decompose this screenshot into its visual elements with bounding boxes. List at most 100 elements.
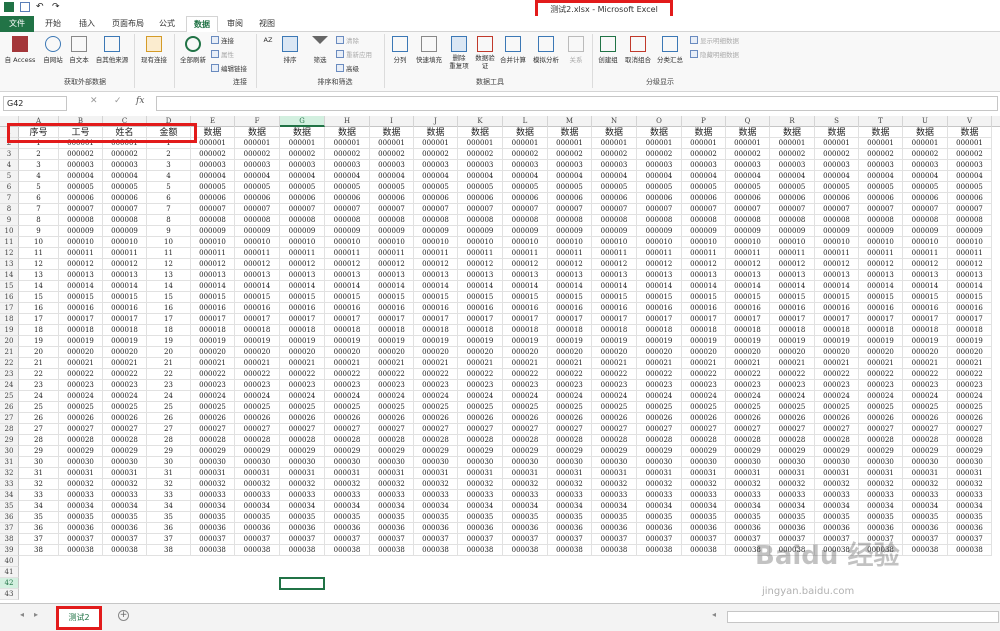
grid-cell[interactable]: 000025	[59, 402, 103, 413]
grid-cell[interactable]: 000027	[726, 424, 770, 435]
grid-cell[interactable]: 000016	[903, 303, 948, 314]
grid-cell[interactable]: 000004	[280, 171, 325, 182]
grid-cell[interactable]: 000021	[548, 358, 592, 369]
grid-cell[interactable]: 000005	[325, 182, 370, 193]
grid-cell[interactable]: 000018	[370, 325, 414, 336]
grid-cell[interactable]: 33	[19, 490, 59, 501]
grid-cell[interactable]: 000019	[235, 336, 280, 347]
grid-cell[interactable]: 000005	[859, 182, 903, 193]
grid-cell[interactable]: 000024	[637, 391, 682, 402]
grid-cell[interactable]: 29	[19, 446, 59, 457]
grid-cell[interactable]: 000019	[59, 336, 103, 347]
grid-cell[interactable]: 000010	[592, 237, 637, 248]
row-header[interactable]: 5	[0, 171, 19, 182]
grid-cell[interactable]: 000009	[859, 226, 903, 237]
row-header[interactable]: 15	[0, 281, 19, 292]
grid-cell[interactable]: 000031	[280, 468, 325, 479]
grid-cell[interactable]: 000006	[903, 193, 948, 204]
grid-cell[interactable]: 000001	[503, 138, 548, 149]
grid-cell[interactable]: 8	[19, 215, 59, 226]
grid-cell[interactable]: 000003	[503, 160, 548, 171]
grid-cell[interactable]: 000037	[370, 534, 414, 545]
grid-cell[interactable]: 000023	[280, 380, 325, 391]
grid-cell[interactable]: 000022	[235, 369, 280, 380]
grid-cell[interactable]: 000011	[414, 248, 458, 259]
row-header[interactable]: 9	[0, 215, 19, 226]
grid-cell[interactable]: 000034	[770, 501, 815, 512]
grid-cell[interactable]: 7	[19, 204, 59, 215]
grid-cell[interactable]: 000034	[682, 501, 726, 512]
grid-cell[interactable]: 000032	[548, 479, 592, 490]
grid-cell[interactable]: 000029	[726, 446, 770, 457]
grid-cell[interactable]: 000028	[815, 435, 859, 446]
grid-cell[interactable]: 数据	[592, 127, 637, 138]
grid-cell[interactable]: 000012	[59, 259, 103, 270]
grid-cell[interactable]: 000027	[903, 424, 948, 435]
grid-cell[interactable]: 000036	[548, 523, 592, 534]
grid-cell[interactable]: 38	[147, 545, 191, 556]
grid-cell[interactable]: 000003	[726, 160, 770, 171]
grid-cell[interactable]: 000008	[682, 215, 726, 226]
grid-cell[interactable]: 000025	[103, 402, 147, 413]
grid-cell[interactable]: 25	[19, 402, 59, 413]
grid-cell[interactable]: 000032	[370, 479, 414, 490]
grid-cell[interactable]: 000030	[235, 457, 280, 468]
grid-cell[interactable]: 000004	[191, 171, 235, 182]
grid-cell[interactable]: 000024	[59, 391, 103, 402]
save-icon[interactable]	[20, 2, 30, 12]
grid-cell[interactable]: 000035	[235, 512, 280, 523]
grid-cell[interactable]: 000026	[235, 413, 280, 424]
grid-cell[interactable]: 000029	[592, 446, 637, 457]
row-header[interactable]: 1	[0, 127, 19, 138]
column-header[interactable]: S	[815, 116, 859, 127]
grid-cell[interactable]: 000013	[103, 270, 147, 281]
grid-cell[interactable]: 3	[19, 160, 59, 171]
column-header[interactable]: D	[147, 116, 191, 127]
grid-cell[interactable]: 000037	[103, 534, 147, 545]
grid-cell[interactable]: 000012	[770, 259, 815, 270]
grid-cell[interactable]: 4	[19, 171, 59, 182]
grid-cell[interactable]: 3	[147, 160, 191, 171]
grid-cell[interactable]: 000013	[948, 270, 992, 281]
grid-cell[interactable]: 000006	[103, 193, 147, 204]
grid-cell[interactable]: 000018	[592, 325, 637, 336]
grid-cell[interactable]: 000029	[948, 446, 992, 457]
grid-cell[interactable]: 000027	[948, 424, 992, 435]
grid-cell[interactable]: 000017	[280, 314, 325, 325]
grid-cell[interactable]: 000005	[637, 182, 682, 193]
grid-cell[interactable]: 000007	[103, 204, 147, 215]
grid-cell[interactable]: 000015	[637, 292, 682, 303]
grid-cell[interactable]: 000022	[103, 369, 147, 380]
grid-cell[interactable]: 数据	[726, 127, 770, 138]
grid-cell[interactable]: 000001	[414, 138, 458, 149]
grid-cell[interactable]: 000034	[103, 501, 147, 512]
prev-sheet-icon[interactable]: ◂	[20, 610, 24, 619]
grid-cell[interactable]: 数据	[903, 127, 948, 138]
grid-cell[interactable]: 000011	[637, 248, 682, 259]
grid-cell[interactable]: 000001	[235, 138, 280, 149]
grid-cell[interactable]: 000027	[503, 424, 548, 435]
grid-cell[interactable]: 000010	[815, 237, 859, 248]
grid-cell[interactable]: 000005	[903, 182, 948, 193]
grid-cell[interactable]: 000016	[414, 303, 458, 314]
grid-cell[interactable]: 000009	[325, 226, 370, 237]
grid-cell[interactable]: 8	[147, 215, 191, 226]
grid-cell[interactable]: 000016	[370, 303, 414, 314]
grid-cell[interactable]: 000007	[726, 204, 770, 215]
grid-cell[interactable]: 000031	[458, 468, 503, 479]
grid-cell[interactable]: 000006	[726, 193, 770, 204]
grid-cell[interactable]: 16	[19, 303, 59, 314]
grid-cell[interactable]: 000018	[191, 325, 235, 336]
grid-cell[interactable]: 000022	[637, 369, 682, 380]
grid-cell[interactable]: 000034	[948, 501, 992, 512]
grid-cell[interactable]: 000011	[682, 248, 726, 259]
grid-cell[interactable]: 000013	[637, 270, 682, 281]
grid-cell[interactable]: 5	[19, 182, 59, 193]
grid-cell[interactable]: 000026	[414, 413, 458, 424]
grid-cell[interactable]: 000004	[103, 171, 147, 182]
grid-cell[interactable]: 000013	[503, 270, 548, 281]
grid-cell[interactable]: 32	[19, 479, 59, 490]
grid-cell[interactable]: 000036	[414, 523, 458, 534]
advanced-button[interactable]: 高级	[336, 63, 359, 73]
grid-cell[interactable]: 35	[19, 512, 59, 523]
